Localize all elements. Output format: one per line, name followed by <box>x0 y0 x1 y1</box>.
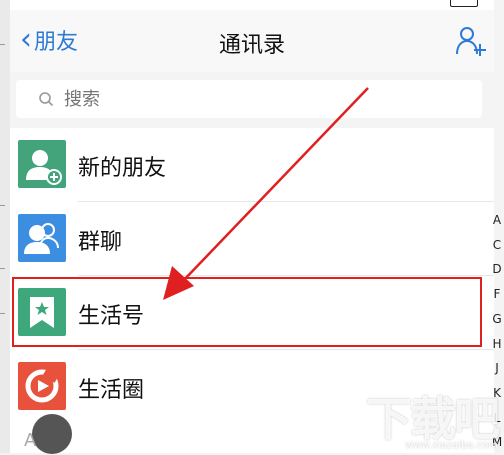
watermark-url: www.xiazaiba.com <box>405 440 498 451</box>
watermark: 下载吧 www.xiazaiba.com <box>366 383 500 451</box>
watermark-text: 下载吧 <box>366 392 500 446</box>
